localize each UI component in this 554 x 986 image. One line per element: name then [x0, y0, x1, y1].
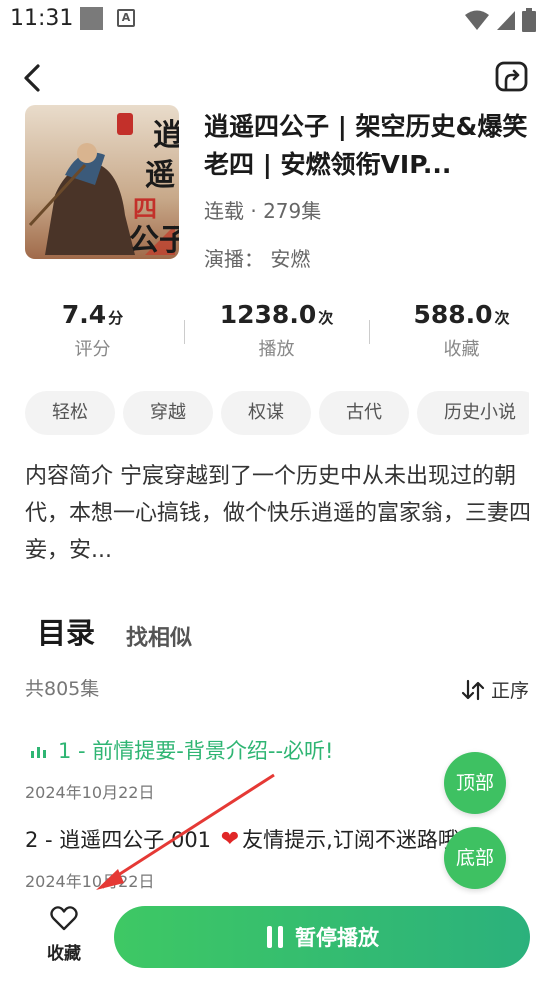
album-intro[interactable]: 内容简介 宁宸穿越到了一个历史中从未出现过的朝代，本想一心搞钱，做个快乐逍遥的富…	[25, 458, 535, 569]
album-title: 逍遥四公子 | 架空历史&爆笑老四 | 安燃领衔VIP...	[204, 112, 528, 179]
stat-plays: 1238.0 次 播放	[184, 300, 369, 361]
stat-favorites-value: 588.0	[413, 300, 493, 329]
scroll-top-button[interactable]: 顶部	[444, 752, 506, 814]
status-bar: 11:31 A	[0, 0, 554, 38]
episode-title: 1 - 前情提要-背景介绍--必听!	[58, 739, 334, 763]
cast-icon	[495, 61, 528, 92]
stat-rating-label: 评分	[74, 339, 111, 360]
tag-chip[interactable]: 穿越	[123, 391, 213, 435]
status-time: 11:31	[10, 6, 74, 31]
stat-plays-unit: 次	[318, 309, 334, 327]
favorite-label: 收藏	[47, 944, 81, 964]
playing-indicator-icon	[31, 742, 46, 758]
tab-catalog[interactable]: 目录	[37, 610, 95, 652]
svg-text:遥: 遥	[145, 158, 175, 193]
stats-row: 7.4 分 评分 1238.0 次 播放 588.0 次 收藏	[0, 300, 554, 370]
tag-chip[interactable]: 历史小说	[417, 391, 529, 435]
svg-text:四: 四	[133, 194, 157, 223]
svg-text:公子: 公子	[129, 223, 179, 258]
top-bar	[0, 55, 554, 101]
red-heart-icon: ❤	[220, 826, 240, 852]
album-status: 连载 · 279集	[204, 199, 322, 223]
stat-favorites-label: 收藏	[443, 339, 480, 360]
episode-title-suffix: 友情提示,订阅不迷路哦!	[242, 828, 468, 852]
pause-play-button[interactable]: 暂停播放	[114, 906, 530, 968]
album-narrator[interactable]: 演播： 安燃	[204, 243, 310, 272]
album-cover-image: 逍 遥 四 公子	[25, 105, 179, 259]
pause-icon	[267, 926, 283, 948]
svg-text:逍: 逍	[153, 118, 179, 153]
episode-title: 2 - 逍遥四公子 001	[25, 828, 218, 852]
stat-plays-value: 1238.0	[219, 300, 317, 329]
stat-favorites: 588.0 次 收藏	[369, 300, 554, 361]
system-icons	[464, 8, 536, 32]
app-notification-icon: A	[117, 9, 135, 27]
scroll-bottom-button[interactable]: 底部	[444, 827, 506, 889]
stat-rating-unit: 分	[108, 309, 124, 327]
stat-rating: 7.4 分 评分	[0, 300, 185, 361]
wifi-icon	[465, 10, 489, 30]
sort-label: 正序	[490, 680, 529, 702]
tag-chip[interactable]: 权谋	[221, 391, 311, 435]
sort-icon	[461, 679, 485, 700]
stat-plays-label: 播放	[258, 339, 295, 360]
stat-favorites-unit: 次	[494, 309, 510, 327]
bottom-bar: 收藏 暂停播放	[0, 895, 554, 986]
tag-chip[interactable]: 轻松	[25, 391, 115, 435]
back-arrow-icon	[24, 64, 40, 92]
episode-count: 共805集	[25, 678, 100, 700]
favorite-button[interactable]: 收藏	[38, 905, 90, 964]
cast-button[interactable]	[494, 59, 530, 95]
battery-icon	[522, 8, 536, 32]
tag-chip[interactable]: 古代	[319, 391, 409, 435]
pause-play-label: 暂停播放	[295, 926, 379, 950]
signal-icon	[497, 11, 515, 30]
notification-icon	[80, 7, 103, 30]
stat-rating-value: 7.4	[61, 300, 107, 329]
album-cover[interactable]: 逍 遥 四 公子	[25, 105, 179, 259]
heart-outline-icon	[50, 906, 78, 931]
back-button[interactable]	[18, 61, 48, 95]
sort-button[interactable]: 正序	[461, 676, 529, 703]
tab-similar[interactable]: 找相似	[126, 620, 192, 652]
tag-list: 轻松 穿越 权谋 古代 历史小说	[25, 391, 529, 435]
